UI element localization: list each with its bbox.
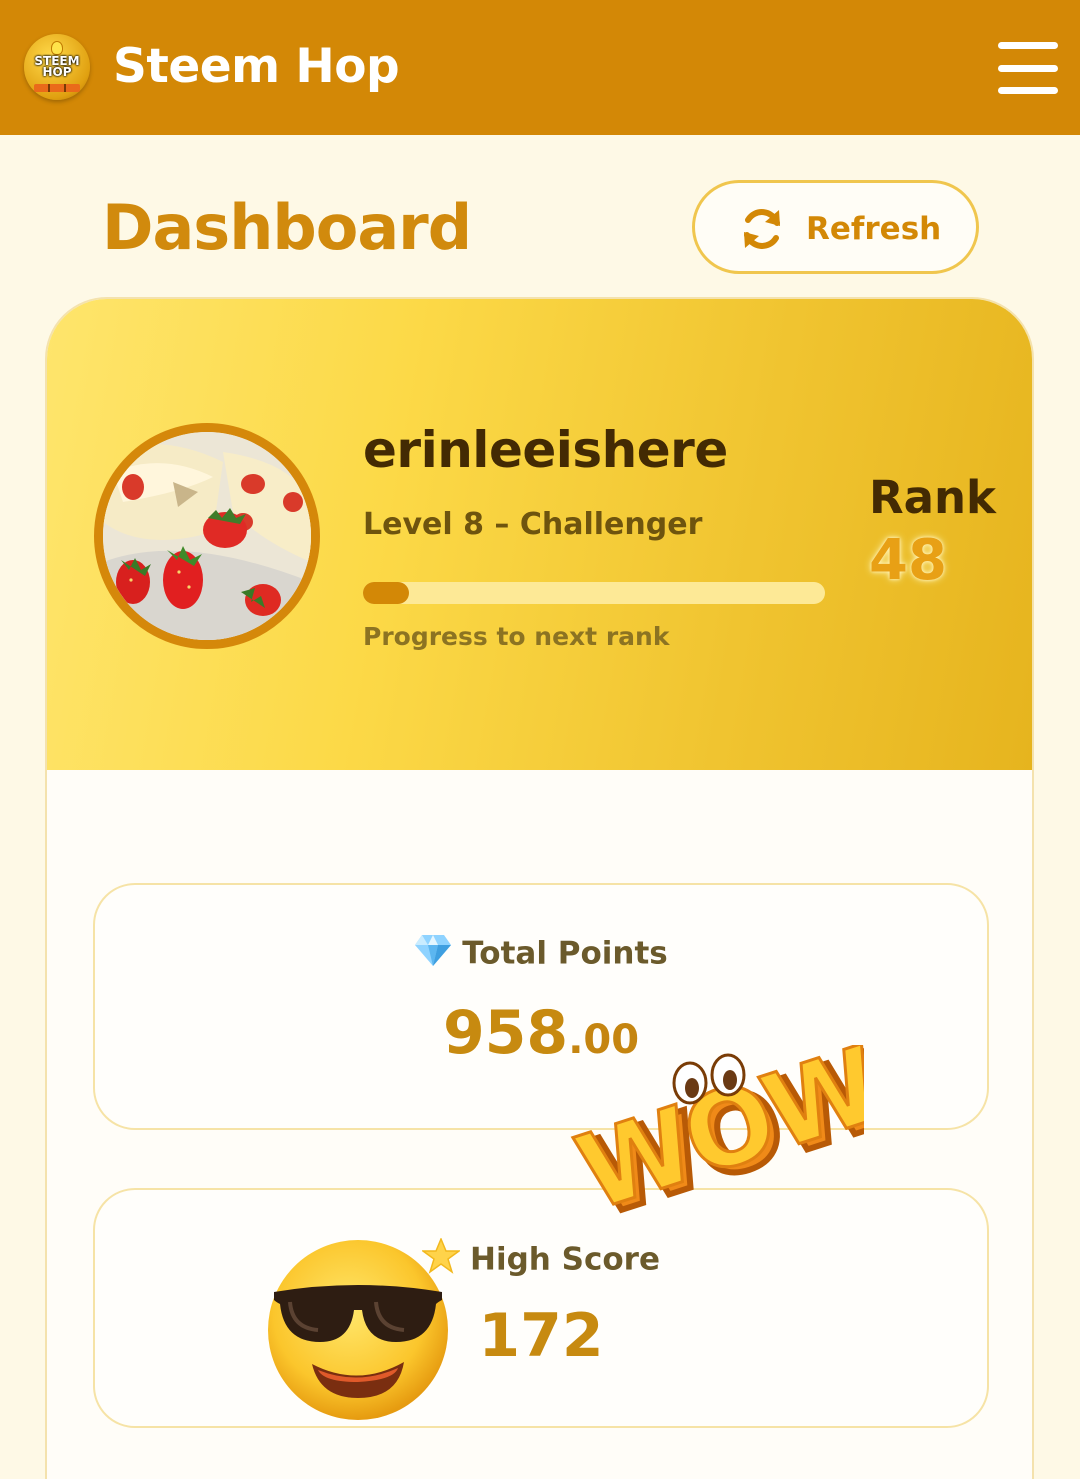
total-points-label: Total Points bbox=[462, 935, 668, 972]
app-logo[interactable]: STEEM HOP bbox=[24, 34, 90, 100]
username: erinleeishere bbox=[363, 421, 728, 479]
avatar-strawberry-cake-image bbox=[103, 432, 311, 640]
high-score-value: 172 bbox=[478, 1301, 604, 1371]
app-header: STEEM HOP Steem Hop bbox=[0, 0, 1080, 135]
refresh-button[interactable]: Refresh bbox=[692, 180, 979, 274]
rank-progress-fill bbox=[363, 582, 410, 604]
avatar bbox=[94, 423, 320, 649]
wow-sticker-icon: WOW WOW bbox=[568, 1045, 864, 1225]
rank-label: Rank bbox=[869, 471, 996, 524]
menu-bar-icon bbox=[998, 65, 1058, 72]
rank-progress-bar bbox=[363, 582, 825, 604]
diamond-icon bbox=[414, 933, 452, 977]
bricks-icon bbox=[34, 84, 80, 92]
page-title: Dashboard bbox=[102, 191, 472, 264]
progress-label: Progress to next rank bbox=[363, 622, 670, 651]
menu-bar-icon bbox=[998, 42, 1058, 49]
profile-banner: erinleeishere Level 8 – Challenger Progr… bbox=[47, 299, 1032, 770]
refresh-label: Refresh bbox=[806, 211, 942, 247]
profile-card: erinleeishere Level 8 – Challenger Progr… bbox=[45, 297, 1034, 1479]
app-title: Steem Hop bbox=[113, 39, 400, 94]
logo-text-line2: HOP bbox=[42, 65, 72, 79]
refresh-icon bbox=[744, 209, 780, 249]
hamburger-menu-button[interactable] bbox=[998, 42, 1058, 94]
rank-value: 48 bbox=[869, 528, 947, 593]
menu-bar-icon bbox=[998, 87, 1058, 94]
total-points-value: 958 bbox=[442, 998, 569, 1068]
chick-icon bbox=[51, 41, 63, 55]
sunglasses-emoji-icon bbox=[268, 1240, 448, 1420]
high-score-label: High Score bbox=[470, 1241, 660, 1278]
level-label: Level 8 – Challenger bbox=[363, 507, 703, 542]
